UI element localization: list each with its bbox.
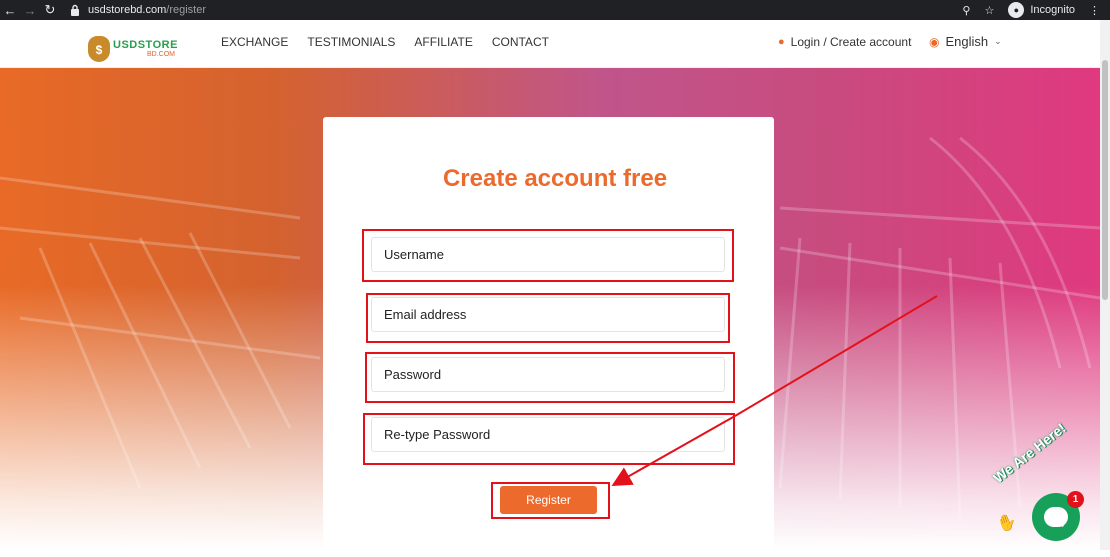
annotation-arrow-line [734, 295, 938, 417]
annotation-arrow [611, 415, 736, 486]
page-scrollbar[interactable] [1100, 20, 1110, 550]
chat-bubble-icon [1044, 507, 1068, 527]
scrollbar-thumb[interactable] [1102, 60, 1108, 300]
chat-unread-badge: 1 [1067, 491, 1084, 508]
annotation-arrows [611, 295, 938, 486]
